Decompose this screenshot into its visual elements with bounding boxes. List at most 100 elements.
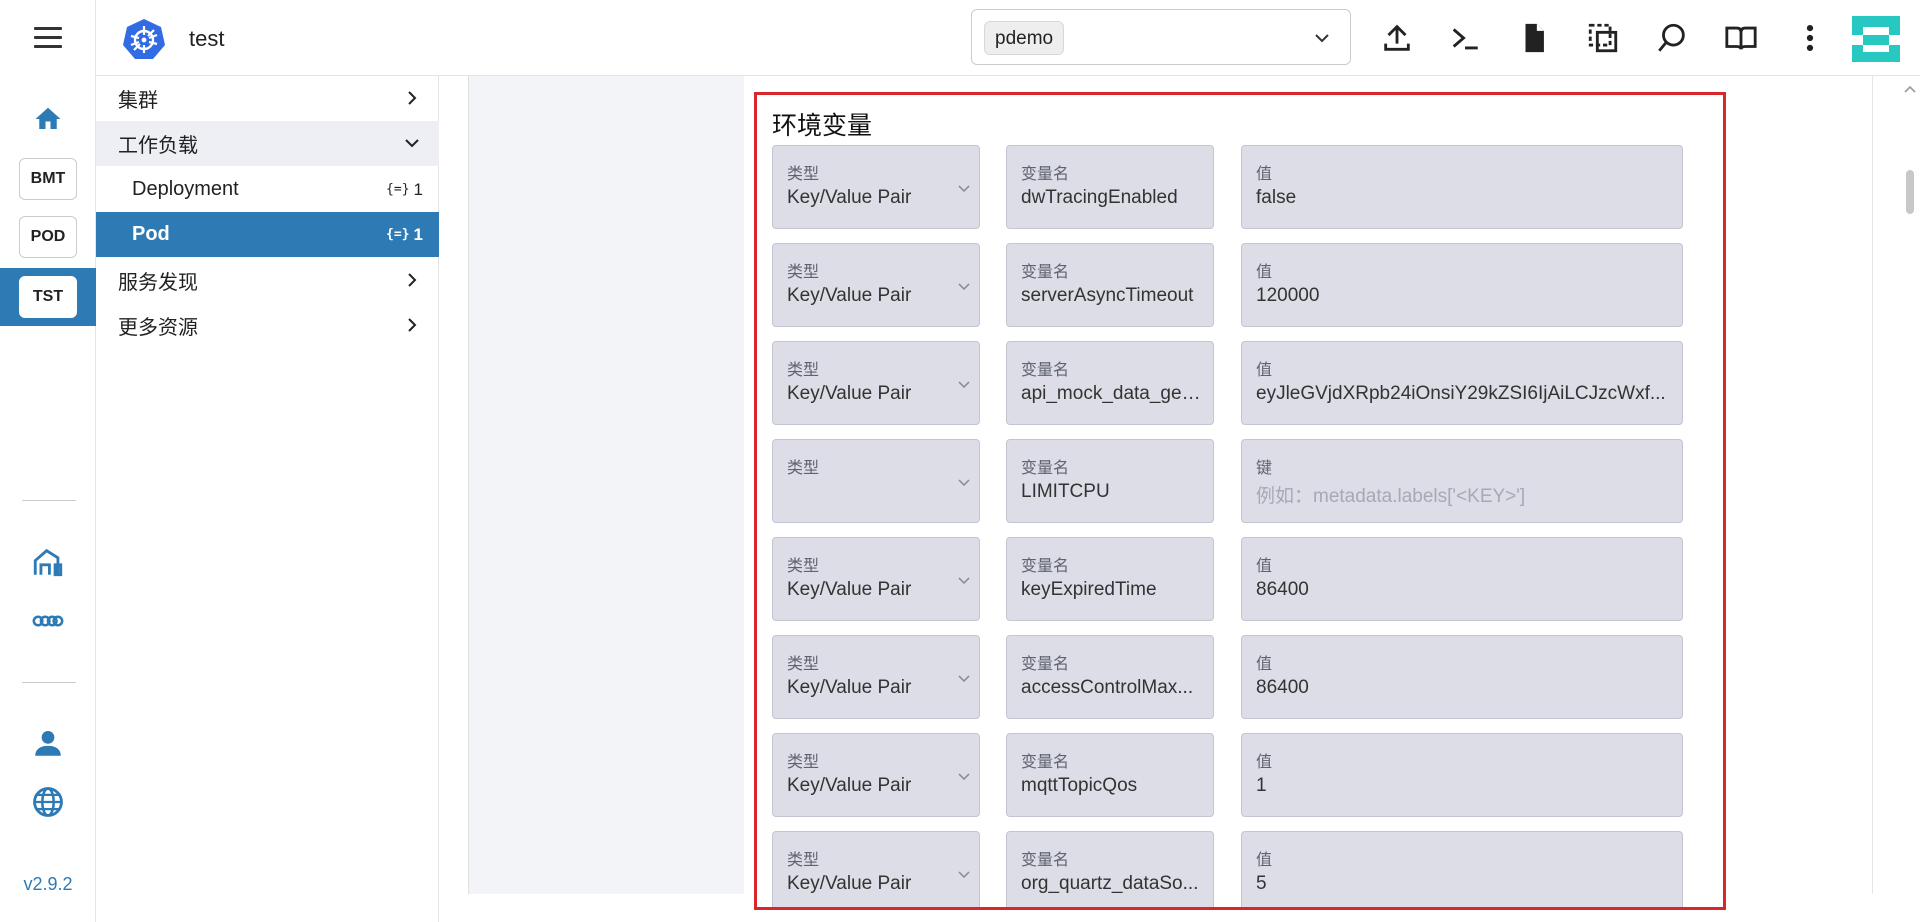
type-value: Key/Value Pair [787, 383, 912, 404]
chevron-down-icon[interactable] [957, 867, 971, 881]
value-field[interactable]: 值 false [1241, 145, 1683, 229]
cluster-button-tst[interactable]: TST [19, 276, 77, 318]
name-field[interactable]: 变量名 serverAsyncTimeout [1006, 243, 1214, 327]
name-field[interactable]: 变量名 LIMITCPU [1006, 439, 1214, 523]
scrollbar-thumb[interactable] [1906, 170, 1914, 214]
file-icon[interactable] [1517, 21, 1551, 55]
value-caption: 值 [1256, 754, 1273, 771]
namespace-chip[interactable]: pdemo [984, 21, 1065, 55]
type-caption: 类型 [787, 754, 820, 771]
name-value: accessControlMax... [1021, 677, 1194, 698]
value-text: 86400 [1256, 677, 1309, 698]
cluster-button-pod[interactable]: POD [19, 216, 77, 258]
more-vert-icon[interactable] [1793, 21, 1827, 55]
cluster-active-bg: TST [0, 268, 96, 326]
search-icon[interactable] [1655, 21, 1689, 55]
name-field[interactable]: 变量名 org_quartz_dataSo... [1006, 831, 1214, 907]
nav-item-more-resources[interactable]: 更多资源 [96, 303, 439, 348]
terminal-icon[interactable] [1448, 21, 1482, 55]
menu-icon[interactable] [34, 27, 62, 49]
nav-item-label: 服务发现 [118, 272, 198, 294]
chevron-down-icon[interactable] [957, 279, 971, 293]
form-gutter [468, 76, 744, 894]
env-var-row: 类型 变量名 LIMITCPU 键例如：metadata.labels['<KEY>'… [772, 439, 1686, 523]
rail-divider [22, 682, 76, 683]
value-field[interactable]: 值 86400 [1241, 635, 1683, 719]
name-caption: 变量名 [1021, 754, 1070, 771]
name-caption: 变量名 [1021, 852, 1070, 869]
type-select[interactable]: 类型 Key/Value Pair [772, 733, 980, 817]
type-select[interactable]: 类型 Key/Value Pair [772, 831, 980, 907]
chevron-down-icon[interactable] [957, 475, 971, 489]
user-icon[interactable] [31, 726, 65, 760]
type-select[interactable]: 类型 Key/Value Pair [772, 243, 980, 327]
chevron-down-icon[interactable] [957, 573, 971, 587]
namespace-select[interactable]: pdemo [971, 9, 1351, 65]
home-icon[interactable] [33, 104, 63, 134]
chevron-down-icon[interactable] [957, 181, 971, 195]
type-select[interactable]: 类型 Key/Value Pair [772, 537, 980, 621]
chevron-right-icon [408, 91, 417, 105]
helm-icon[interactable] [31, 604, 65, 638]
name-caption: 变量名 [1021, 558, 1070, 575]
name-field[interactable]: 变量名 mqttTopicQos [1006, 733, 1214, 817]
book-icon[interactable] [1724, 21, 1758, 55]
name-field[interactable]: 变量名 dwTracingEnabled [1006, 145, 1214, 229]
chevron-down-icon[interactable] [957, 671, 971, 685]
value-field[interactable]: 键例如：metadata.labels['<KEY>'] [1241, 439, 1683, 523]
chevron-right-icon [408, 318, 417, 332]
value-caption: 值 [1256, 558, 1273, 575]
value-caption: 值 [1256, 852, 1273, 869]
copy-icon[interactable] [1586, 21, 1620, 55]
scroll-up-arrow-icon[interactable] [1903, 84, 1917, 94]
chevron-down-icon[interactable] [957, 377, 971, 391]
chevron-down-icon[interactable] [1312, 28, 1332, 48]
name-field[interactable]: 变量名 api_mock_data_get... [1006, 341, 1214, 425]
name-field[interactable]: 变量名 accessControlMax... [1006, 635, 1214, 719]
type-value: Key/Value Pair [787, 285, 912, 306]
value-caption: 键 [1256, 460, 1273, 477]
name-caption: 变量名 [1021, 656, 1070, 673]
nav-item-deployment[interactable]: Deployment {=} 1 [96, 167, 439, 212]
name-field[interactable]: 变量名 keyExpiredTime [1006, 537, 1214, 621]
value-field[interactable]: 值 eyJleGVjdXRpb24iOnsiY29kZSI6IjAiLCJzcWx… [1241, 341, 1683, 425]
type-select[interactable]: 类型 [772, 439, 980, 523]
upload-icon[interactable] [1380, 21, 1414, 55]
value-field[interactable]: 值1 [1241, 733, 1683, 817]
type-select[interactable]: 类型 Key/Value Pair [772, 145, 980, 229]
scrollbar-track[interactable] [1872, 76, 1873, 894]
value-field[interactable]: 值 86400 [1241, 537, 1683, 621]
side-nav: 集群 工作负载 Deployment {=} 1 Pod {=} 1 服务发现 更多… [96, 76, 439, 922]
value-text: 1 [1256, 775, 1267, 796]
value-text: 5 [1256, 873, 1267, 894]
chevron-down-icon[interactable] [957, 769, 971, 783]
brand-logo-icon [1852, 16, 1900, 62]
globe-icon[interactable] [31, 785, 65, 819]
name-value: org_quartz_dataSo... [1021, 873, 1199, 894]
nav-item-service-discovery[interactable]: 服务发现 [96, 258, 439, 303]
version-label: v2.9.2 [23, 874, 73, 894]
count-value: 1 [413, 179, 423, 199]
harbor-icon[interactable] [31, 545, 65, 579]
nav-item-label: 工作负载 [118, 135, 198, 157]
type-caption: 类型 [787, 460, 820, 477]
type-select[interactable]: 类型 Key/Value Pair [772, 635, 980, 719]
value-field[interactable]: 值 120000 [1241, 243, 1683, 327]
type-value: Key/Value Pair [787, 873, 912, 894]
env-var-row: 类型 Key/Value Pair 变量名 org_quartz_dataSo... 值… [772, 831, 1686, 907]
type-value: Key/Value Pair [787, 775, 912, 796]
name-caption: 变量名 [1021, 264, 1070, 281]
name-value: LIMITCPU [1021, 481, 1110, 502]
cluster-button-bmt[interactable]: BMT [19, 158, 77, 200]
type-caption: 类型 [787, 362, 820, 379]
nav-item-pod[interactable]: Pod {=} 1 [96, 212, 439, 257]
env-var-row: 类型 Key/Value Pair 变量名 accessControlMax... 值 8… [772, 635, 1686, 719]
nav-item-cluster[interactable]: 集群 [96, 76, 439, 121]
value-field[interactable]: 值5 [1241, 831, 1683, 907]
name-caption: 变量名 [1021, 362, 1070, 379]
braces-icon: {=} [386, 227, 410, 242]
value-caption: 值 [1256, 166, 1273, 183]
name-value: dwTracingEnabled [1021, 187, 1178, 208]
type-select[interactable]: 类型 Key/Value Pair [772, 341, 980, 425]
nav-item-workloads[interactable]: 工作负载 [96, 121, 439, 166]
